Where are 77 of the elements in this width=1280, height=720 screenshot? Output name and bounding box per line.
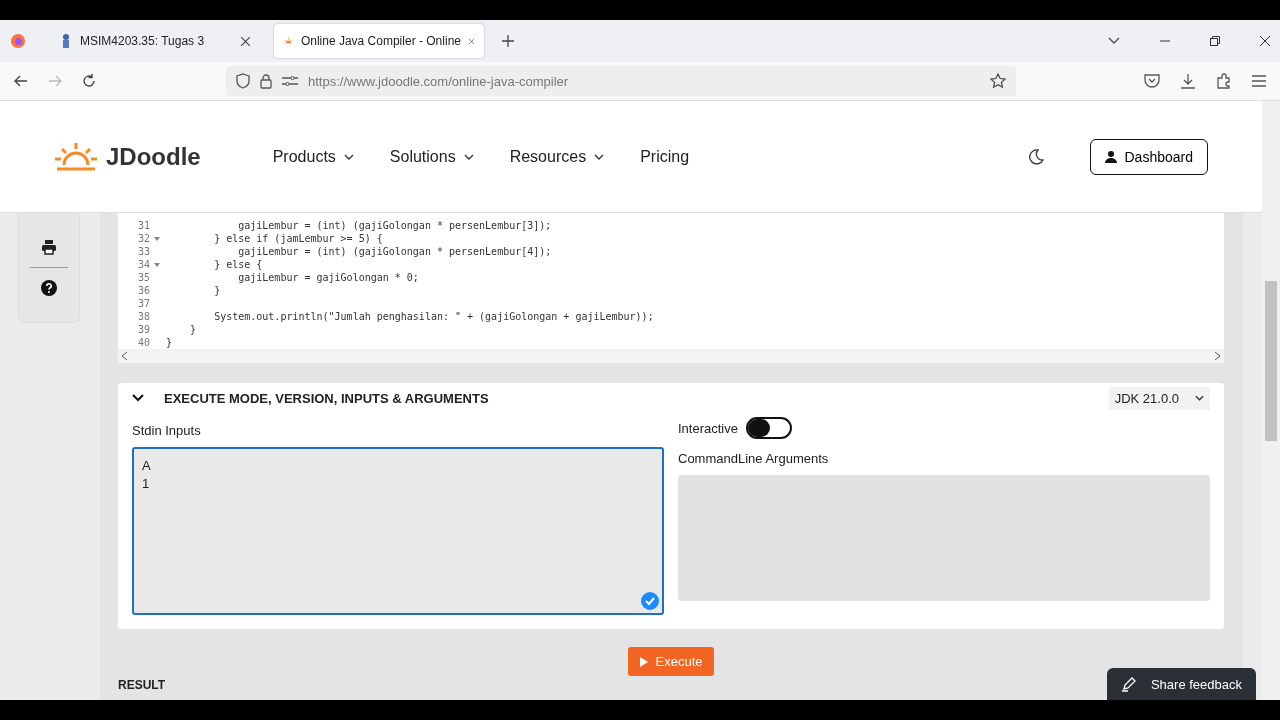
code-line: } else {	[213, 259, 263, 270]
code-editor[interactable]	[118, 213, 1224, 349]
panel-title[interactable]: EXECUTE MODE, VERSION, INPUTS & ARGUMENTS	[164, 390, 489, 406]
star-icon[interactable]	[990, 73, 1006, 89]
chevron-down-icon	[1195, 395, 1204, 401]
code-line: }	[189, 324, 197, 335]
horizontal-scrollbar[interactable]	[118, 349, 1224, 363]
download-icon[interactable]	[1180, 73, 1196, 89]
url-text: https://www.jdoodle.com/online-java-compiler	[308, 73, 569, 89]
line-number: 31	[136, 220, 150, 231]
line-number: 40	[136, 337, 150, 348]
sun-logo-icon	[54, 140, 98, 173]
code-line: }	[165, 337, 173, 348]
chevron-down-icon	[343, 153, 354, 160]
check-badge-icon	[640, 591, 660, 611]
line-number: 35	[136, 272, 150, 283]
line-number: 34	[136, 259, 150, 270]
fold-caret-icon[interactable]	[154, 236, 160, 241]
close-tab-icon[interactable]	[241, 36, 250, 46]
user-icon	[1104, 150, 1117, 163]
chevron-down-icon[interactable]	[1108, 37, 1120, 45]
vertical-scrollbar[interactable]	[1262, 101, 1280, 700]
line-number: 32	[136, 233, 150, 244]
nav-link[interactable]: Solutions	[389, 147, 474, 166]
nav-link[interactable]: Products	[272, 147, 354, 166]
code-line: gajiLembur = (int) (gajiGolongan * persenLembur[4]);	[237, 246, 552, 257]
version-dropdown[interactable]: JDK 21.0.0	[1108, 386, 1210, 410]
scroll-left-icon[interactable]	[122, 352, 128, 360]
chevron-down-icon	[463, 153, 474, 160]
browser-logo-icon	[10, 33, 26, 49]
share-feedback-button[interactable]: Share feedback	[1106, 668, 1256, 700]
shield-icon	[236, 73, 250, 89]
browser-tab[interactable]: MSIM4203.35: Tugas 3	[50, 24, 260, 58]
figure-icon	[60, 33, 72, 49]
back-icon[interactable]	[14, 75, 28, 87]
scroll-right-icon[interactable]	[1214, 352, 1220, 360]
chevron-icon[interactable]	[132, 394, 144, 402]
logo-text[interactable]: JDoodle	[106, 142, 201, 171]
line-number: 33	[136, 246, 150, 257]
address-bar[interactable]: https://www.jdoodle.com/online-java-compiler	[226, 66, 1016, 96]
puzzle-icon[interactable]	[1216, 73, 1232, 89]
lock-icon	[260, 73, 272, 89]
chevron-down-icon	[594, 153, 605, 160]
close-tab-icon[interactable]	[469, 36, 474, 46]
code-line: } else if (jamLembur >= 5) {	[213, 233, 383, 244]
fold-caret-icon[interactable]	[154, 262, 160, 267]
arguments-field[interactable]	[678, 475, 1210, 601]
line-number: 36	[136, 285, 150, 296]
stdin-label: Stdin Inputs	[132, 423, 202, 438]
sliders-icon	[282, 75, 298, 87]
pocket-icon[interactable]	[1144, 74, 1160, 88]
code-line: System.out.println("Jumlah penghasilan: " + (gajiGolongan + gajiLembur));	[213, 311, 654, 322]
line-number: 37	[136, 298, 150, 309]
nav-link[interactable]: Resources	[509, 147, 605, 166]
help-icon[interactable]	[41, 280, 57, 296]
pencil-icon	[1120, 676, 1137, 692]
play-icon	[639, 656, 648, 667]
menu-icon[interactable]	[1252, 75, 1266, 87]
interactive-toggle[interactable]	[746, 417, 792, 439]
printer-icon[interactable]	[41, 239, 57, 255]
nav-link[interactable]: Pricing	[640, 147, 690, 166]
browser-tab[interactable]: Online Java Compiler - Online	[274, 24, 484, 58]
code-line: gajiLembur = (int) (gajiGolongan * persenLembur[3]);	[237, 220, 552, 231]
interactive-label: Interactive	[678, 420, 738, 436]
result-heading: RESULT	[118, 678, 166, 692]
new-tab-icon[interactable]	[502, 35, 514, 47]
arguments-label: CommandLine Arguments	[678, 451, 830, 466]
code-line: }	[213, 285, 221, 296]
code-line: gajiLembur = gajiGolongan * 0;	[237, 272, 419, 283]
line-number: 39	[136, 324, 150, 335]
close-icon[interactable]	[1260, 36, 1270, 46]
line-number: 38	[136, 311, 150, 322]
moon-icon[interactable]	[1027, 148, 1044, 165]
restore-icon[interactable]	[1210, 36, 1220, 46]
dashboard-button[interactable]: Dashboard	[1089, 138, 1208, 175]
reload-icon[interactable]	[82, 74, 96, 88]
stdin-field[interactable]: A 1	[132, 447, 664, 615]
